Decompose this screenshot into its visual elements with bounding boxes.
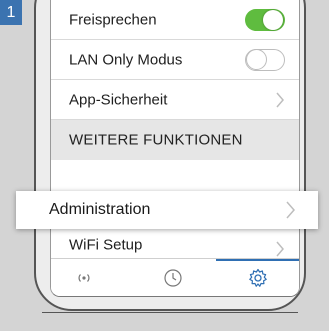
phone-home-edge [42, 312, 298, 313]
section-header-weitere-funktionen: WEITERE FUNKTIONEN [51, 120, 299, 160]
tab-bar [51, 258, 299, 296]
clock-icon[interactable] [162, 267, 184, 289]
app-sicherheit-row[interactable]: App-Sicherheit [51, 80, 299, 120]
lan-only-label: LAN Only Modus [69, 51, 183, 68]
lan-only-row: LAN Only Modus [51, 40, 299, 80]
freisprechen-toggle[interactable] [245, 8, 285, 31]
administration-label: Administration [49, 201, 151, 218]
chevron-right-icon [286, 201, 295, 219]
app-sicherheit-label: App-Sicherheit [69, 91, 168, 108]
lan-only-toggle[interactable] [245, 48, 285, 71]
chevron-right-icon [276, 92, 284, 107]
chevron-right-icon [276, 241, 284, 257]
administration-row[interactable]: Administration [16, 191, 318, 229]
gear-icon[interactable] [247, 267, 269, 289]
active-tab-indicator [216, 259, 299, 261]
wifi-setup-label: WiFi Setup [69, 236, 143, 254]
section-header-label: WEITERE FUNKTIONEN [69, 131, 243, 149]
freisprechen-row: Freisprechen [51, 0, 299, 40]
broadcast-icon[interactable] [73, 267, 95, 289]
freisprechen-label: Freisprechen [69, 11, 157, 28]
step-number-badge: 1 [0, 0, 22, 25]
phone-screen: Freisprechen LAN Only Modus App-Sicherhe… [50, 0, 300, 297]
